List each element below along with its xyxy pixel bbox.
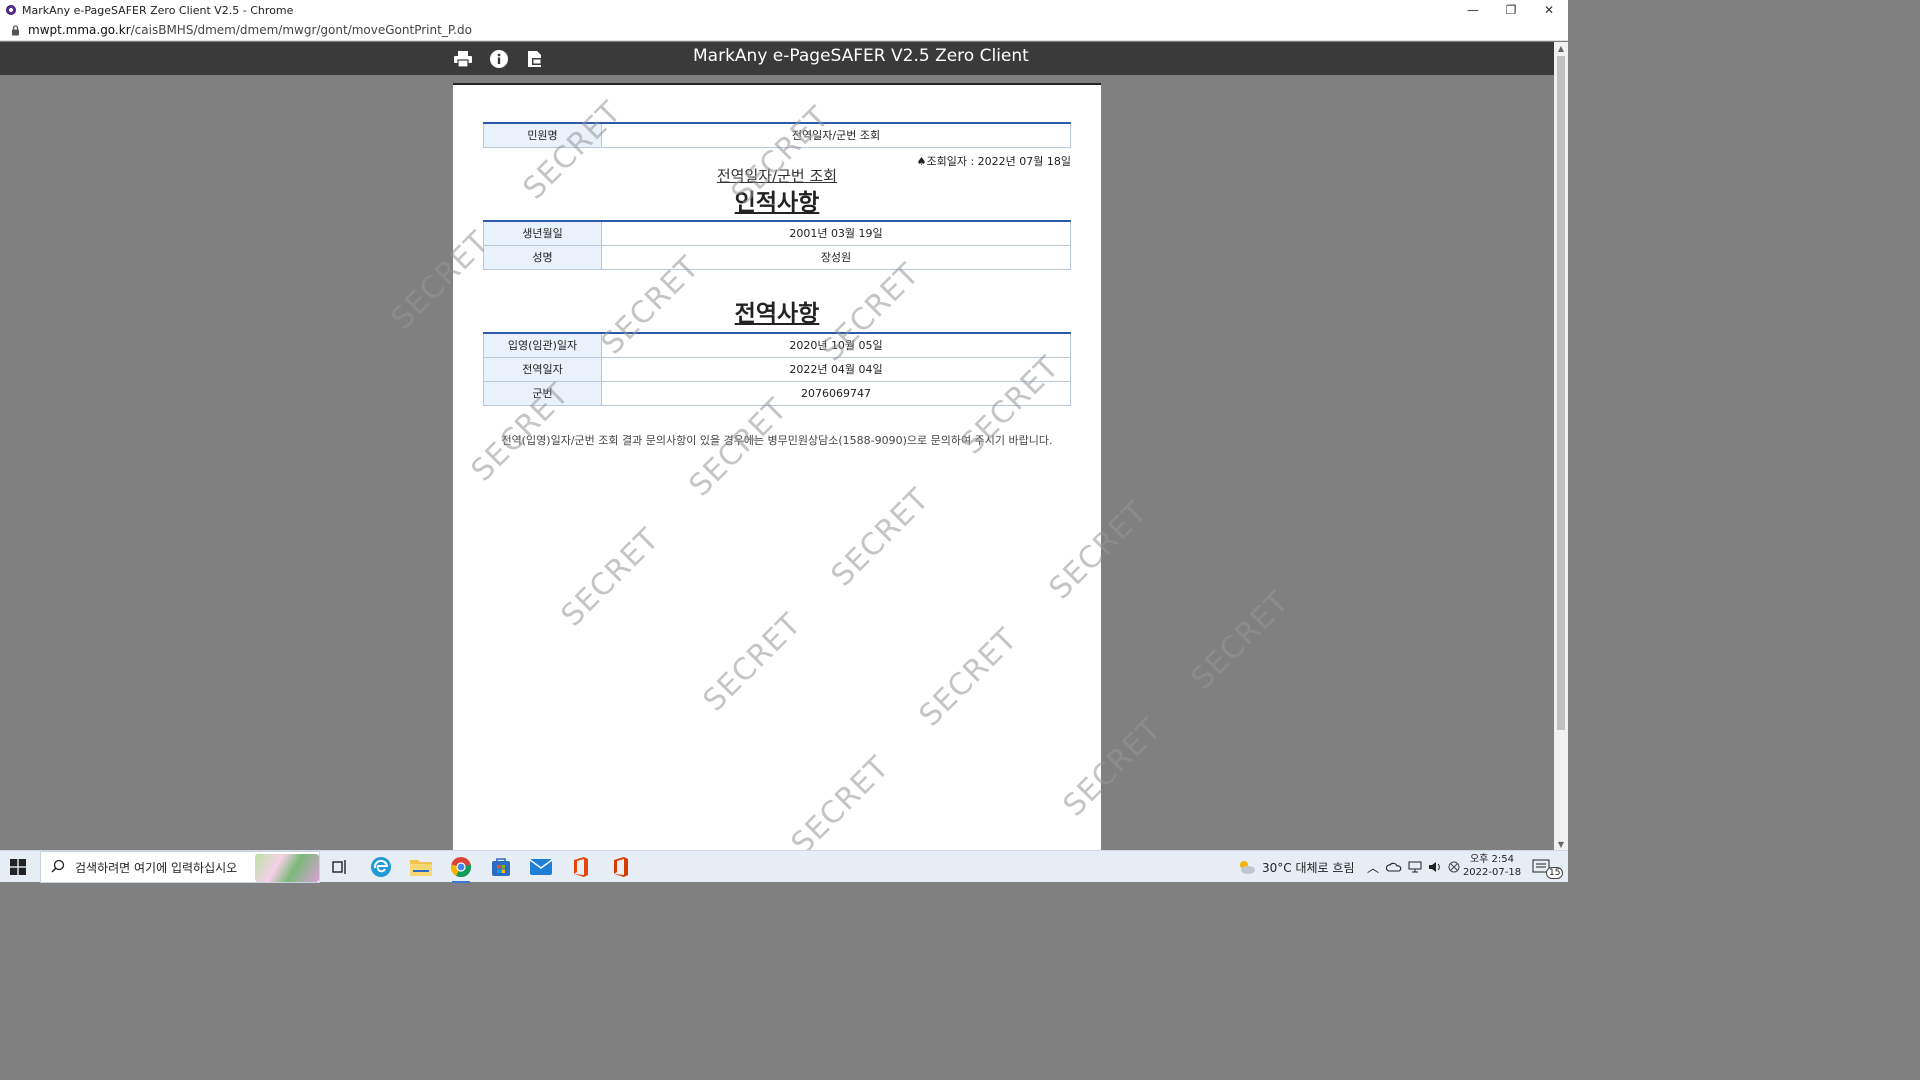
- viewer-title: MarkAny e-PageSAFER V2.5 Zero Client: [693, 46, 1029, 66]
- clock-date: 2022-07-18: [1462, 867, 1522, 878]
- network-icon[interactable]: [1408, 861, 1422, 873]
- clock-time: 오후 2:54: [1469, 854, 1515, 865]
- table-row: 군번 2076069747: [483, 380, 1071, 406]
- browser-title-bar: MarkAny e-PageSAFER Zero Client V2.5 - C…: [0, 0, 1568, 20]
- scroll-down-arrow-icon[interactable]: ▼: [1554, 838, 1568, 850]
- window-controls: — ❐ ✕: [1454, 0, 1568, 20]
- notification-center[interactable]: 15: [1532, 851, 1564, 883]
- volume-icon[interactable]: [1428, 861, 1442, 873]
- viewer-toolbar: MarkAny e-PageSAFER V2.5 Zero Client: [0, 42, 1554, 75]
- row-value: 2001년 03월 19일: [601, 220, 1071, 246]
- request-table: 민원명 전역일자/군번 조회: [483, 122, 1071, 148]
- folder-icon: [410, 860, 432, 876]
- scrollbar-thumb[interactable]: [1557, 56, 1565, 730]
- cloudy-weather-icon: [1240, 861, 1255, 874]
- row-value: 2076069747: [601, 380, 1071, 406]
- weather-widget[interactable]: 30°C 대체로 흐림: [1238, 851, 1354, 883]
- service-info-table: 입영(임관)일자 2020년 10월 05일 전역일자 2022년 04월 04…: [483, 332, 1071, 406]
- table-row: 성명 장성원: [483, 244, 1071, 270]
- tray-chevron-up-icon[interactable]: ︿: [1366, 859, 1380, 876]
- store-icon: [492, 858, 510, 876]
- section-heading-service: 전역사항: [734, 301, 820, 327]
- notification-badge: 15: [1546, 867, 1564, 879]
- row-label: 성명: [483, 244, 602, 270]
- office-icon: [574, 857, 588, 877]
- row-label: 전역일자: [483, 356, 602, 382]
- close-button[interactable]: ✕: [1530, 0, 1568, 20]
- onedrive-cloud-icon[interactable]: [1386, 862, 1402, 872]
- personal-info-table: 생년월일 2001년 03월 19일 성명 장성원: [483, 220, 1071, 270]
- address-bar[interactable]: mwpt.mma.go.kr/caisBMHS/dmem/dmem/mwgr/g…: [0, 20, 1568, 41]
- minimize-button[interactable]: —: [1454, 0, 1492, 20]
- taskbar-store[interactable]: [486, 853, 516, 881]
- search-icon: [51, 859, 67, 876]
- info-button[interactable]: [488, 48, 510, 70]
- weather-text: 30°C 대체로 흐림: [1262, 860, 1355, 875]
- windows-taskbar: 검색하려면 여기에 입력하십시오 30°C 대체로 흐림 ︿ 오후 2:54 2…: [0, 850, 1568, 883]
- contact-notice: 전역(입영)일자/군번 조회 결과 문의사항이 있을 경우에는 병무민원상담소(…: [501, 434, 1053, 447]
- taskbar-file-explorer[interactable]: [406, 853, 436, 881]
- document-button[interactable]: [524, 48, 546, 70]
- row-value: 2022년 04월 04일: [601, 356, 1071, 382]
- info-icon: [490, 50, 508, 68]
- row-label: 군번: [483, 380, 602, 406]
- section-heading-personal: 인적사항: [734, 190, 820, 216]
- taskbar-edge[interactable]: [366, 853, 396, 881]
- search-highlight-image: [255, 854, 319, 882]
- url-host[interactable]: mwpt.mma.go.kr: [28, 23, 131, 37]
- print-button[interactable]: [452, 48, 474, 70]
- row-label: 입영(임관)일자: [483, 332, 602, 358]
- taskbar-mail[interactable]: [526, 853, 556, 881]
- request-label: 민원명: [483, 122, 602, 148]
- request-value: 전역일자/군번 조회: [601, 122, 1071, 148]
- taskbar-search-box[interactable]: 검색하려면 여기에 입력하십시오: [40, 851, 320, 883]
- system-tray: ︿: [1366, 851, 1460, 883]
- taskbar-clock[interactable]: 오후 2:54 2022-07-18: [1462, 853, 1522, 879]
- taskbar-office-2[interactable]: [606, 853, 636, 881]
- window-title: MarkAny e-PageSAFER Zero Client V2.5 - C…: [22, 3, 294, 17]
- windows-start-icon[interactable]: [10, 859, 26, 875]
- table-row: 입영(임관)일자 2020년 10월 05일: [483, 332, 1071, 358]
- printer-icon: [454, 51, 472, 67]
- lock-icon[interactable]: [8, 24, 22, 36]
- table-row: 전역일자 2022년 04월 04일: [483, 356, 1071, 382]
- edge-icon: [371, 857, 391, 877]
- secret-watermark: SECRET: [1184, 584, 1296, 696]
- taskbar-chrome[interactable]: [446, 853, 476, 883]
- ime-status-icon[interactable]: [1448, 861, 1460, 873]
- table-row: 민원명 전역일자/군번 조회: [483, 122, 1071, 148]
- office-icon: [614, 857, 628, 877]
- scroll-up-arrow-icon[interactable]: ▲: [1554, 42, 1568, 54]
- app-icon: [6, 5, 16, 15]
- document-page: 민원명 전역일자/군번 조회 ♠조회일자 : 2022년 07월 18일 전역일…: [453, 83, 1101, 850]
- restore-button[interactable]: ❐: [1492, 0, 1530, 20]
- vertical-scrollbar[interactable]: ▲ ▼: [1554, 42, 1568, 850]
- document-icon: [528, 51, 542, 67]
- task-view-icon: [332, 860, 346, 874]
- row-value: 2020년 10월 05일: [601, 332, 1071, 358]
- search-placeholder: 검색하려면 여기에 입력하십시오: [75, 860, 238, 875]
- task-view-button[interactable]: [325, 853, 355, 881]
- table-row: 생년월일 2001년 03월 19일: [483, 220, 1071, 246]
- row-label: 생년월일: [483, 220, 602, 246]
- mail-icon: [530, 859, 552, 875]
- chrome-icon: [450, 857, 472, 878]
- url-path[interactable]: /caisBMHS/dmem/dmem/mwgr/gont/moveGontPr…: [131, 23, 472, 37]
- row-value: 장성원: [601, 244, 1071, 270]
- taskbar-office[interactable]: [566, 853, 596, 881]
